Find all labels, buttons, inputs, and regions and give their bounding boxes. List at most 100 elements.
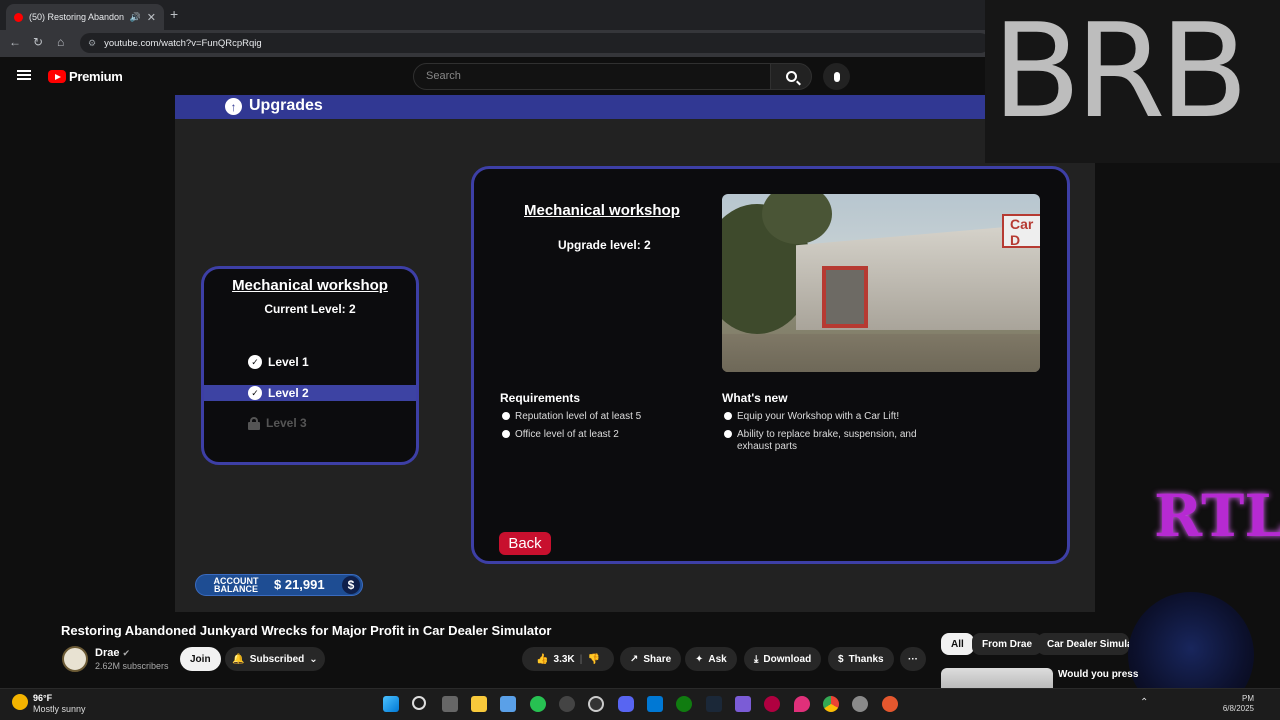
app-purple-icon[interactable] (735, 696, 751, 712)
tray-chevron-icon[interactable]: ⌃ (1140, 697, 1148, 708)
channel-name[interactable]: Drae ✔ (95, 647, 130, 659)
ea-icon[interactable] (882, 696, 898, 712)
level-item-3[interactable]: Level 3 (204, 415, 416, 431)
account-balance: ACCOUNT BALANCE $ 21,991 $ (195, 574, 363, 596)
url-omnibox[interactable]: ⚙ youtube.com/watch?v=FunQRcpRqig (80, 33, 990, 53)
search-button[interactable] (770, 63, 812, 90)
whats-new-item: Equip your Workshop with a Car Lift! (724, 411, 944, 423)
lock-icon (248, 417, 260, 430)
bell-icon: 🔔 (232, 653, 245, 665)
tab-close-icon[interactable]: ✕ (147, 11, 156, 24)
speaker-icon[interactable]: 🔊 (130, 12, 141, 23)
steam-icon[interactable] (706, 696, 722, 712)
xbox-green-icon[interactable] (530, 696, 546, 712)
upgrades-title: Upgrades (249, 97, 323, 114)
sparkle-icon: ✦ (695, 653, 704, 665)
like-dislike-group[interactable]: 👍 3.3K | 👎 (522, 647, 614, 671)
thumbs-down-icon[interactable]: 👎 (587, 654, 599, 665)
search-icon (785, 71, 797, 82)
mic-icon (833, 71, 840, 82)
back-button[interactable]: Back (499, 532, 551, 555)
thanks-button[interactable]: $ Thanks (828, 647, 894, 671)
settings-gear-icon[interactable] (852, 696, 868, 712)
app-icon[interactable] (559, 696, 575, 712)
level-item-2[interactable]: ✓ Level 2 (204, 385, 416, 401)
reload-icon[interactable]: ↻ (33, 35, 43, 49)
menu-icon[interactable] (17, 70, 31, 80)
bullet-icon (724, 430, 732, 438)
more-actions-button[interactable]: ··· (900, 647, 926, 671)
task-view-icon[interactable] (442, 696, 458, 712)
xbox-icon[interactable] (676, 696, 692, 712)
balance-value: $ 21,991 (274, 577, 325, 592)
whats-new-item: Ability to replace brake, suspension, an… (724, 429, 939, 453)
video-player[interactable]: ↑ Upgrades ✕ Mechanical workshop Current… (175, 95, 1095, 612)
obs-icon[interactable] (588, 696, 604, 712)
youtube-brand[interactable]: Premium (69, 69, 123, 84)
url-text: youtube.com/watch?v=FunQRcpRqig (104, 37, 262, 49)
level-card: Mechanical workshop Current Level: 2 ✓ L… (201, 266, 419, 465)
subscribed-button[interactable]: 🔔 Subscribed ⌄ (225, 647, 325, 671)
file-explorer-icon[interactable] (471, 696, 487, 712)
browser-tab[interactable]: (50) Restoring Abandoned 🔊 ✕ (6, 4, 164, 30)
chip-all[interactable]: All (941, 633, 974, 655)
share-icon: ↗ (630, 653, 639, 665)
chip-car-dealer[interactable]: Car Dealer Simulato (1037, 633, 1129, 655)
home-icon[interactable]: ⌂ (57, 35, 64, 49)
search-input[interactable]: Search (413, 63, 771, 90)
discord-icon[interactable] (618, 696, 634, 712)
level-card-title: Mechanical workshop (232, 277, 388, 294)
garage-door-shape (822, 266, 868, 328)
arrow-up-icon: ↑ (225, 98, 242, 115)
windows-taskbar (0, 688, 1280, 720)
weather-sun-icon[interactable] (12, 694, 28, 710)
share-button[interactable]: ↗ Share (620, 647, 682, 671)
youtube-favicon-icon (14, 12, 23, 22)
bullet-icon (502, 412, 510, 420)
system-clock[interactable]: PM 6/8/2025 (1212, 694, 1254, 714)
bullet-icon (502, 430, 510, 438)
download-button[interactable]: ⤓ Download (744, 647, 822, 671)
chrome-icon[interactable] (823, 696, 839, 712)
app-pin-icon[interactable] (794, 696, 810, 712)
recommended-thumbnail[interactable] (941, 668, 1053, 688)
brb-text: BRB (992, 0, 1249, 147)
weather-temp: 96°F (33, 693, 53, 703)
ask-button[interactable]: ✦ Ask (685, 647, 737, 671)
youtube-logo-icon[interactable] (48, 70, 66, 83)
start-windows-icon[interactable] (383, 696, 399, 712)
balance-label: ACCOUNT BALANCE (213, 576, 259, 594)
streamer-logo: RTL (1154, 482, 1280, 550)
level-label: Level 2 (268, 386, 309, 400)
whats-new-heading: What's new (722, 391, 788, 405)
level-item-1[interactable]: ✓ Level 1 (204, 354, 416, 370)
store-icon[interactable] (500, 696, 516, 712)
current-level: Current Level: 2 (264, 302, 356, 316)
weather-desc: Mostly sunny (33, 704, 86, 714)
outlook-icon[interactable] (647, 696, 663, 712)
dollar-icon: $ (342, 576, 360, 594)
upgrade-level: Upgrade level: 2 (558, 238, 651, 252)
verified-icon: ✔ (122, 648, 131, 658)
chevron-down-icon: ⌄ (309, 653, 318, 665)
site-settings-icon[interactable]: ⚙ (88, 38, 96, 49)
channel-avatar[interactable] (62, 646, 88, 672)
app-red-icon[interactable] (764, 696, 780, 712)
recommended-title[interactable]: Would you press (1058, 669, 1138, 680)
voice-search-button[interactable] (823, 63, 850, 90)
detail-title: Mechanical workshop (524, 202, 680, 219)
check-icon: ✓ (248, 355, 262, 369)
back-arrow-icon[interactable]: ← (9, 35, 21, 49)
upgrade-detail-card: Mechanical workshop Upgrade level: 2 Car… (471, 166, 1070, 564)
chip-from-drae[interactable]: From Drae (972, 633, 1043, 655)
check-icon: ✓ (248, 386, 262, 400)
video-title: Restoring Abandoned Junkyard Wrecks for … (61, 623, 552, 638)
upgrades-header-bar: ↑ Upgrades ✕ (175, 95, 1095, 119)
join-button[interactable]: Join (180, 647, 221, 671)
requirements-heading: Requirements (500, 391, 581, 405)
thumbs-up-icon[interactable]: 👍 (536, 654, 548, 665)
subscriber-count: 2.62M subscribers (95, 661, 169, 671)
new-tab-button[interactable]: + (170, 6, 178, 22)
taskbar-search-icon[interactable] (412, 696, 426, 710)
requirement-item: Reputation level of at least 5 (502, 411, 702, 423)
